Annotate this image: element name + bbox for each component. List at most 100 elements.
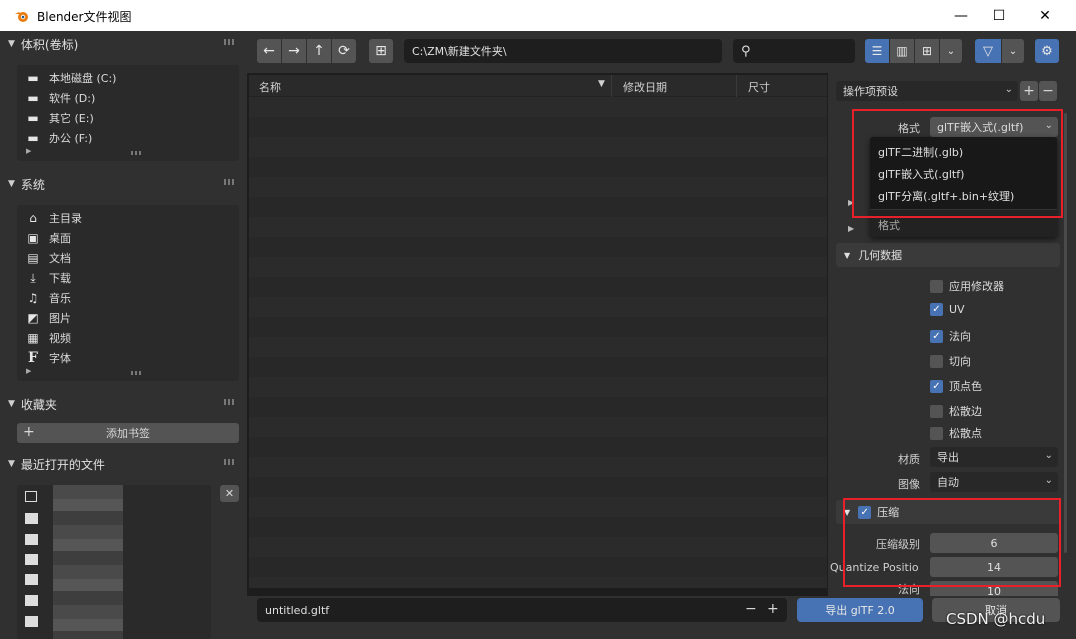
- folder-icon[interactable]: [25, 616, 38, 627]
- system-item-videos[interactable]: ▦ 视频: [25, 328, 71, 348]
- vertex-colors-checkbox[interactable]: ✓ 顶点色: [930, 378, 982, 394]
- column-date[interactable]: 修改日期: [623, 79, 667, 95]
- music-icon: ♫: [27, 291, 39, 305]
- material-dropdown[interactable]: 导出 ⌄: [930, 447, 1058, 467]
- sort-icon[interactable]: ▼: [598, 79, 605, 89]
- system-item-home[interactable]: ⌂ 主目录: [25, 208, 82, 228]
- volume-item-c[interactable]: ▬ 本地磁盘 (C:): [25, 68, 116, 88]
- system-header[interactable]: ▼ 系统: [8, 173, 240, 195]
- image-dropdown[interactable]: 自动 ⌄: [930, 472, 1058, 492]
- operator-preset-dropdown[interactable]: 操作项预设 ⌄: [836, 81, 1018, 101]
- collapse-icon: ▼: [844, 250, 851, 260]
- uv-checkbox[interactable]: ✓ UV: [930, 303, 965, 316]
- chevron-down-icon: ⌄: [1004, 84, 1013, 95]
- folder-icon[interactable]: [25, 554, 38, 565]
- add-bookmark-button[interactable]: + 添加书签: [17, 423, 239, 443]
- folder-icon[interactable]: [25, 574, 38, 585]
- checkmark-icon: ✓: [930, 379, 943, 393]
- collapsed-panel-icon[interactable]: ▶: [848, 224, 854, 233]
- checkmark-icon: ✓: [930, 329, 943, 343]
- folder-icon[interactable]: [25, 595, 38, 606]
- increment-filename-button[interactable]: +: [767, 601, 779, 617]
- system-item-downloads[interactable]: ⤓ 下载: [25, 268, 71, 288]
- volume-item-f[interactable]: ▬ 办公 (F:): [25, 128, 92, 148]
- new-folder-button[interactable]: ⊞: [369, 39, 393, 63]
- recent-header[interactable]: ▼ 最近打开的文件: [8, 453, 240, 475]
- blender-logo-icon: [15, 12, 28, 22]
- expand-icon[interactable]: ▶: [26, 367, 31, 375]
- list-vertical-icon: ☰: [871, 44, 883, 58]
- system-item-desktop[interactable]: ▣ 桌面: [25, 228, 71, 248]
- add-preset-button[interactable]: +: [1020, 81, 1038, 101]
- plus-icon: +: [23, 424, 35, 440]
- loose-edges-checkbox[interactable]: 松散边: [930, 403, 982, 419]
- blurred-filenames: [53, 485, 123, 639]
- refresh-button[interactable]: ⟳: [332, 39, 356, 63]
- minus-icon: −: [1042, 83, 1054, 99]
- filter-toggle-button[interactable]: ▽: [975, 39, 1001, 63]
- forward-button[interactable]: →: [282, 39, 306, 63]
- loose-points-checkbox[interactable]: 松散点: [930, 425, 982, 441]
- system-item-fonts[interactable]: F 字体: [25, 348, 71, 368]
- window-title: Blender文件视图: [37, 10, 132, 24]
- normals-checkbox[interactable]: ✓ 法向: [930, 328, 971, 344]
- system-item-music[interactable]: ♫ 音乐: [25, 288, 71, 308]
- bookmarks-header[interactable]: ▼ 收藏夹: [8, 393, 240, 415]
- back-button[interactable]: ←: [257, 39, 281, 63]
- system-title: 系统: [20, 177, 45, 192]
- volume-item-e[interactable]: ▬ 其它 (E:): [25, 108, 93, 128]
- drag-grip-icon[interactable]: [224, 39, 236, 45]
- column-name[interactable]: 名称: [259, 79, 281, 95]
- system-item-label: 主目录: [49, 212, 82, 225]
- panel-scrollbar[interactable]: [1064, 113, 1067, 553]
- resize-grip-icon[interactable]: [131, 151, 143, 155]
- system-item-label: 图片: [49, 312, 71, 325]
- drag-grip-icon[interactable]: [224, 459, 236, 465]
- filename-input[interactable]: untitled.gltf: [257, 598, 787, 622]
- system-item-documents[interactable]: ▤ 文档: [25, 248, 71, 268]
- search-input[interactable]: ⚲: [733, 39, 855, 63]
- chevron-down-icon: ⌄: [1008, 45, 1018, 57]
- system-list: ⌂ 主目录 ▣ 桌面 ▤ 文档 ⤓ 下载 ♫ 音乐 ◩ 图片 ▦ 视频 F 字体 ▶: [17, 205, 239, 381]
- view-vertical-list-button[interactable]: ☰: [865, 39, 889, 63]
- drag-grip-icon[interactable]: [224, 399, 236, 405]
- decrement-filename-button[interactable]: −: [745, 601, 757, 617]
- export-button[interactable]: 导出 glTF 2.0: [797, 598, 923, 622]
- volumes-header[interactable]: ▼ 体积(卷标): [8, 33, 240, 55]
- file-list[interactable]: [249, 97, 827, 588]
- volume-label: 软件 (D:): [49, 92, 96, 105]
- grid-icon: ⊞: [921, 44, 933, 58]
- maximize-button[interactable]: ☐: [976, 0, 1022, 31]
- system-item-label: 桌面: [49, 232, 71, 245]
- window-titlebar: Blender文件视图 — ☐ ✕: [0, 0, 1076, 31]
- maximize-icon: ☐: [992, 7, 1006, 24]
- expand-icon[interactable]: ▶: [26, 147, 31, 155]
- drag-grip-icon[interactable]: [224, 179, 236, 185]
- watermark: CSDN @hcdu: [946, 610, 1046, 628]
- clear-recent-button[interactable]: ✕: [220, 485, 239, 502]
- tangents-checkbox[interactable]: 切向: [930, 353, 971, 369]
- folder-icon[interactable]: [25, 513, 38, 524]
- preset-label: 操作项预设: [843, 85, 898, 98]
- view-horizontal-list-button[interactable]: ▥: [890, 39, 914, 63]
- volume-item-d[interactable]: ▬ 软件 (D:): [25, 88, 95, 108]
- column-size[interactable]: 尺寸: [748, 79, 770, 95]
- view-thumbnails-button[interactable]: ⊞: [915, 39, 939, 63]
- folder-icon[interactable]: [25, 534, 38, 545]
- settings-button[interactable]: ⚙: [1035, 39, 1059, 63]
- close-button[interactable]: ✕: [1022, 0, 1068, 31]
- home-icon: ⌂: [29, 211, 37, 225]
- remove-preset-button[interactable]: −: [1039, 81, 1057, 101]
- system-item-pictures[interactable]: ◩ 图片: [25, 308, 71, 328]
- film-icon: ▦: [27, 331, 39, 345]
- resize-grip-icon[interactable]: [131, 371, 143, 375]
- path-input[interactable]: C:\ZM\新建文件夹\: [404, 39, 722, 63]
- system-item-label: 音乐: [49, 292, 71, 305]
- parent-dir-button[interactable]: ↑: [307, 39, 331, 63]
- view-options-dropdown[interactable]: ⌄: [940, 39, 962, 63]
- apply-modifiers-checkbox[interactable]: 应用修改器: [930, 278, 1004, 294]
- volume-label: 本地磁盘 (C:): [49, 72, 117, 85]
- geometry-panel-header[interactable]: ▼ 几何数据: [836, 243, 1060, 267]
- search-icon: ⚲: [741, 43, 751, 59]
- filter-options-dropdown[interactable]: ⌄: [1002, 39, 1024, 63]
